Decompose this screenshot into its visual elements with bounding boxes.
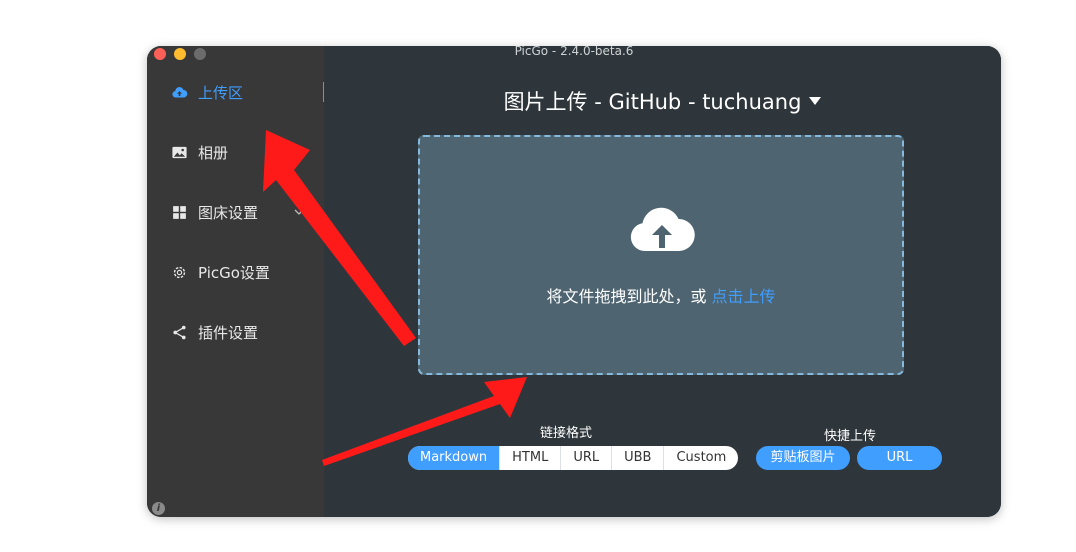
sidebar-item-label: 上传区 (198, 84, 244, 102)
gear-icon (173, 266, 186, 279)
format-custom-button[interactable]: Custom (663, 446, 738, 470)
upload-cloud-icon (630, 207, 695, 252)
sidebar-item-picgo-settings[interactable]: PicGo设置 (171, 262, 270, 283)
sidebar: 上传区 相册 图床设置 PicGo设置 插件设置 i (147, 46, 326, 517)
sidebar-item-label: 插件设置 (198, 324, 259, 342)
window-controls (154, 48, 206, 60)
sidebar-item-picbed-settings[interactable]: 图床设置 (171, 202, 258, 223)
sidebar-item-upload[interactable]: 上传区 (171, 82, 243, 103)
info-icon[interactable]: i (152, 502, 165, 515)
picgo-window: PicGo - 2.4.0-beta.6 上传区 相册 图床设置 PicGo设置… (147, 46, 1001, 517)
clipboard-upload-button[interactable]: 剪贴板图片 (756, 446, 850, 470)
link-format-label: 链接格式 (540, 426, 593, 441)
sidebar-item-label: PicGo设置 (198, 264, 270, 282)
share-icon (173, 325, 186, 340)
sidebar-item-label: 图床设置 (198, 204, 259, 222)
link-format-radio-group: Markdown HTML URL UBB Custom (408, 446, 739, 470)
maximize-window-button[interactable] (194, 48, 206, 60)
sidebar-item-gallery[interactable]: 相册 (171, 142, 228, 163)
click-upload-link[interactable]: 点击上传 (712, 287, 776, 306)
quick-upload-label: 快捷上传 (824, 429, 877, 444)
format-url-button[interactable]: URL (560, 446, 611, 470)
close-window-button[interactable] (154, 48, 166, 60)
format-html-button[interactable]: HTML (499, 446, 560, 470)
sidebar-item-plugin-settings[interactable]: 插件设置 (171, 322, 258, 343)
upload-dropzone[interactable]: 将文件拖拽到此处，或 点击上传 (418, 135, 904, 375)
caret-down-icon (809, 97, 822, 105)
dropzone-text: 将文件拖拽到此处，或 点击上传 (420, 283, 902, 307)
page-title: 图片上传 - GitHub - tuchuang (503, 90, 802, 114)
picbed-selector[interactable]: 图片上传 - GitHub - tuchuang (324, 86, 1001, 116)
main-panel: 图片上传 - GitHub - tuchuang 将文件拖拽到此处，或 点击上传… (324, 46, 1001, 517)
upload-cloud-icon (172, 87, 188, 98)
format-markdown-button[interactable]: Markdown (408, 446, 500, 470)
minimize-window-button[interactable] (174, 48, 186, 60)
dropzone-instruction: 将文件拖拽到此处，或 (546, 287, 712, 306)
chevron-down-icon[interactable] (293, 206, 305, 218)
sidebar-item-label: 相册 (198, 144, 229, 162)
format-ubb-button[interactable]: UBB (611, 446, 663, 470)
image-icon (172, 146, 187, 159)
grid-icon (173, 206, 186, 219)
url-upload-button[interactable]: URL (857, 446, 942, 470)
window-title: PicGo - 2.4.0-beta.6 (514, 46, 634, 58)
